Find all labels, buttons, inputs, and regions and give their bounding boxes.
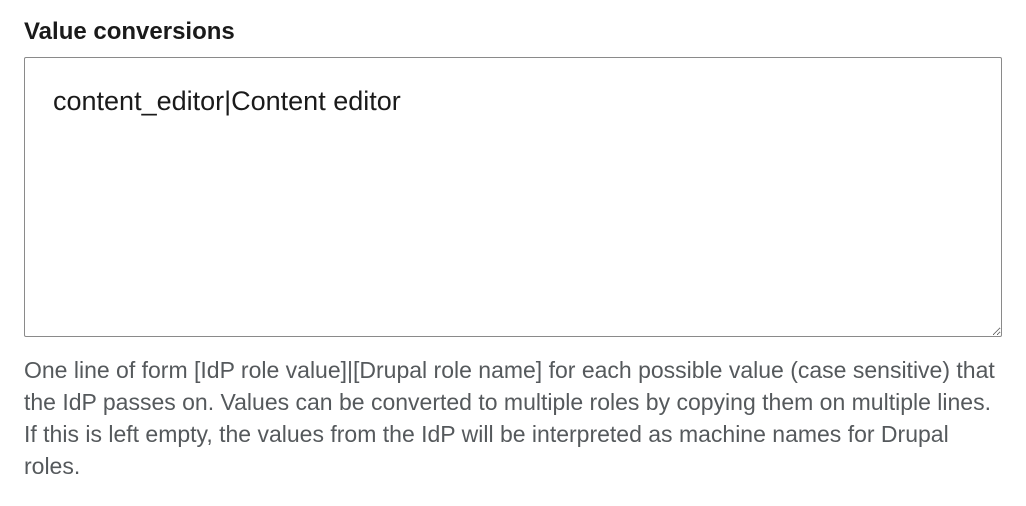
value-conversions-textarea[interactable]	[24, 57, 1002, 337]
value-conversions-description: One line of form [IdP role value]|[Drupa…	[24, 354, 1002, 483]
value-conversions-field-wrapper: Value conversions One line of form [IdP …	[24, 18, 1002, 483]
value-conversions-label: Value conversions	[24, 18, 1002, 47]
